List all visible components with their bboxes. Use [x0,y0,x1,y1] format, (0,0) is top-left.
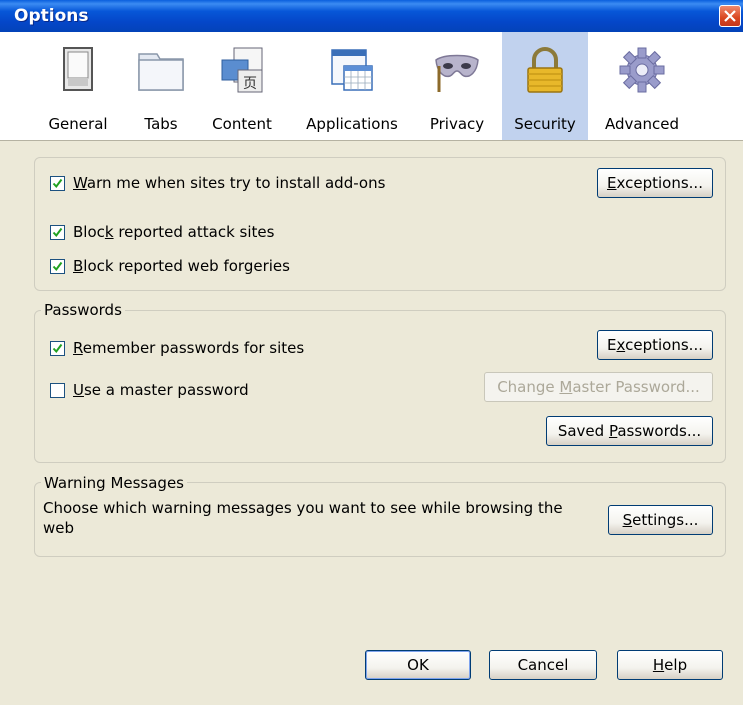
saved-passwords-button[interactable]: Saved Passwords... [546,416,713,446]
checkmark-icon [52,227,63,237]
block-forgeries-checkbox[interactable] [50,258,65,274]
warn-addons-checkbox-row[interactable]: Warn me when sites try to install add-on… [50,174,385,192]
warning-messages-description: Choose which warning messages you want t… [43,499,563,537]
warning-settings-button[interactable]: Settings... [608,505,713,535]
passwords-exceptions-button[interactable]: Exceptions... [597,330,713,360]
tab-label: Applications [306,115,398,133]
svg-text:页: 页 [243,76,257,92]
tab-label: Content [212,115,272,133]
category-toolbar: General Tabs 页 Content Applications Priv… [0,32,743,141]
change-master-password-button[interactable]: Change Master Password... [484,372,713,402]
checkmark-icon [52,343,63,353]
advanced-gear-icon [618,46,666,94]
block-forgeries-checkbox-row[interactable]: Block reported web forgeries [50,257,290,275]
help-button[interactable]: Help [617,650,723,680]
remember-passwords-checkbox[interactable] [50,340,65,356]
tab-advanced[interactable]: Advanced [598,32,686,140]
security-lock-icon [521,46,569,94]
warning-messages-legend: Warning Messages [41,474,187,492]
checkmark-icon [52,261,63,271]
tab-security[interactable]: Security [502,32,588,140]
tab-label: Security [514,115,576,133]
tab-privacy[interactable]: Privacy [420,32,494,140]
master-password-label: Use a master password [73,381,249,399]
close-button[interactable] [719,5,741,27]
window-title: Options [14,6,89,26]
applications-calendar-icon [328,46,376,94]
tab-content[interactable]: 页 Content [206,32,278,140]
passwords-legend: Passwords [41,301,125,319]
tab-general[interactable]: General [40,32,116,140]
remember-passwords-label: Remember passwords for sites [73,339,305,357]
title-bar: Options [0,0,743,32]
window-switch-icon [54,46,102,94]
block-forgeries-label: Block reported web forgeries [73,257,290,275]
addons-exceptions-button[interactable]: Exceptions... [597,168,713,198]
master-password-checkbox[interactable] [50,382,65,398]
block-attack-checkbox[interactable] [50,224,65,240]
checkmark-icon [52,178,63,188]
warn-addons-label: Warn me when sites try to install add-on… [73,174,386,192]
tab-label: General [48,115,108,133]
tab-label: Tabs [144,115,178,133]
tab-applications[interactable]: Applications [296,32,408,140]
warn-addons-checkbox[interactable] [50,175,65,191]
cancel-button[interactable]: Cancel [489,650,597,680]
privacy-mask-icon [433,46,481,94]
tab-label: Advanced [604,115,680,133]
block-attack-checkbox-row[interactable]: Block reported attack sites [50,223,274,241]
tabs-folder-icon [137,46,185,94]
master-password-checkbox-row[interactable]: Use a master password [50,381,249,399]
close-icon [724,10,736,22]
tab-label: Privacy [429,115,485,133]
ok-button[interactable]: OK [365,650,471,680]
tab-tabs[interactable]: Tabs [126,32,196,140]
block-attack-label: Block reported attack sites [73,223,275,241]
remember-passwords-checkbox-row[interactable]: Remember passwords for sites [50,339,304,357]
content-image-icon: 页 [218,46,266,94]
